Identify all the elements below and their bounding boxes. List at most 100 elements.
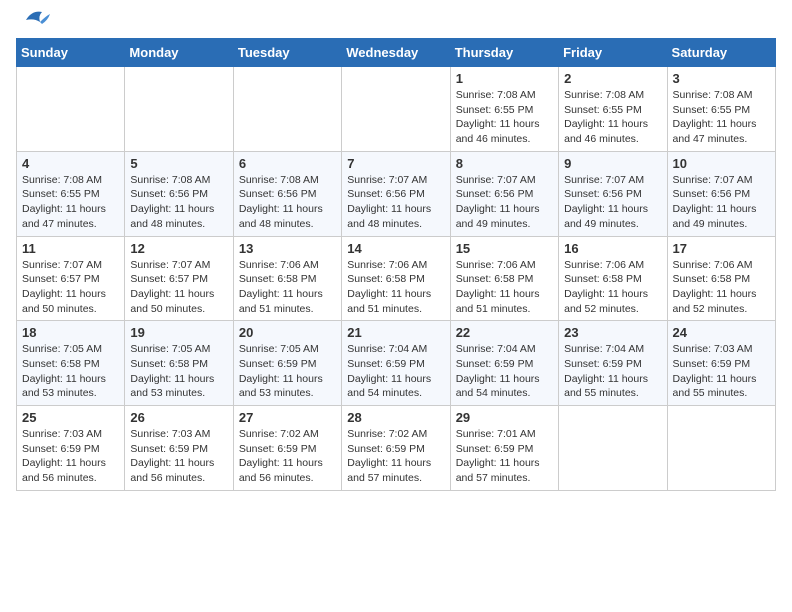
calendar-cell: 21 Sunrise: 7:04 AM Sunset: 6:59 PM Dayli… bbox=[342, 321, 450, 406]
day-number: 13 bbox=[239, 241, 336, 256]
calendar-cell: 24Sunrise: 7:03 AM Sunset: 6:59 PM Dayli… bbox=[667, 321, 775, 406]
calendar-cell: 26 Sunrise: 7:03 AM Sunset: 6:59 PM Dayli… bbox=[125, 406, 233, 491]
calendar-cell: 17 Sunrise: 7:06 AM Sunset: 6:58 PM Dayli… bbox=[667, 236, 775, 321]
calendar-cell: 3 Sunrise: 7:08 AM Sunset: 6:55 PM Daylig… bbox=[667, 67, 775, 152]
day-info: Sunrise: 7:08 AM Sunset: 6:55 PM Dayligh… bbox=[673, 88, 770, 147]
calendar-cell bbox=[342, 67, 450, 152]
calendar-cell: 19 Sunrise: 7:05 AM Sunset: 6:58 PM Dayli… bbox=[125, 321, 233, 406]
logo bbox=[16, 16, 50, 30]
calendar-cell: 25 Sunrise: 7:03 AM Sunset: 6:59 PM Dayli… bbox=[17, 406, 125, 491]
day-number: 16 bbox=[564, 241, 661, 256]
day-number: 25 bbox=[22, 410, 119, 425]
day-number: 8 bbox=[456, 156, 553, 171]
calendar-cell: 13 Sunrise: 7:06 AM Sunset: 6:58 PM Dayli… bbox=[233, 236, 341, 321]
day-info: Sunrise: 7:08 AM Sunset: 6:55 PM Dayligh… bbox=[456, 88, 553, 147]
day-info: Sunrise: 7:01 AM Sunset: 6:59 PM Dayligh… bbox=[456, 427, 553, 486]
calendar-cell: 14 Sunrise: 7:06 AM Sunset: 6:58 PM Dayli… bbox=[342, 236, 450, 321]
day-info: Sunrise: 7:04 AM Sunset: 6:59 PM Dayligh… bbox=[456, 342, 553, 401]
calendar-week-row: 11 Sunrise: 7:07 AM Sunset: 6:57 PM Dayli… bbox=[17, 236, 776, 321]
day-number: 17 bbox=[673, 241, 770, 256]
day-info: Sunrise: 7:06 AM Sunset: 6:58 PM Dayligh… bbox=[347, 258, 444, 317]
calendar-week-row: 25 Sunrise: 7:03 AM Sunset: 6:59 PM Dayli… bbox=[17, 406, 776, 491]
day-info: Sunrise: 7:05 AM Sunset: 6:59 PM Dayligh… bbox=[239, 342, 336, 401]
day-info: Sunrise: 7:07 AM Sunset: 6:56 PM Dayligh… bbox=[673, 173, 770, 232]
calendar-cell: 29 Sunrise: 7:01 AM Sunset: 6:59 PM Dayli… bbox=[450, 406, 558, 491]
calendar-cell: 16 Sunrise: 7:06 AM Sunset: 6:58 PM Dayli… bbox=[559, 236, 667, 321]
calendar-cell: 1 Sunrise: 7:08 AM Sunset: 6:55 PM Daylig… bbox=[450, 67, 558, 152]
calendar-cell: 2Sunrise: 7:08 AM Sunset: 6:55 PM Daylig… bbox=[559, 67, 667, 152]
calendar-cell: 11 Sunrise: 7:07 AM Sunset: 6:57 PM Dayli… bbox=[17, 236, 125, 321]
calendar-cell: 15 Sunrise: 7:06 AM Sunset: 6:58 PM Dayli… bbox=[450, 236, 558, 321]
calendar-week-row: 18 Sunrise: 7:05 AM Sunset: 6:58 PM Dayli… bbox=[17, 321, 776, 406]
calendar-week-row: 1 Sunrise: 7:08 AM Sunset: 6:55 PM Daylig… bbox=[17, 67, 776, 152]
day-info: Sunrise: 7:07 AM Sunset: 6:56 PM Dayligh… bbox=[564, 173, 661, 232]
day-number: 3 bbox=[673, 71, 770, 86]
day-info: Sunrise: 7:07 AM Sunset: 6:57 PM Dayligh… bbox=[22, 258, 119, 317]
calendar-cell: 6 Sunrise: 7:08 AM Sunset: 6:56 PM Daylig… bbox=[233, 151, 341, 236]
col-header-wednesday: Wednesday bbox=[342, 39, 450, 67]
day-info: Sunrise: 7:04 AM Sunset: 6:59 PM Dayligh… bbox=[564, 342, 661, 401]
calendar-week-row: 4Sunrise: 7:08 AM Sunset: 6:55 PM Daylig… bbox=[17, 151, 776, 236]
day-number: 14 bbox=[347, 241, 444, 256]
day-info: Sunrise: 7:06 AM Sunset: 6:58 PM Dayligh… bbox=[239, 258, 336, 317]
calendar-cell: 20 Sunrise: 7:05 AM Sunset: 6:59 PM Dayli… bbox=[233, 321, 341, 406]
calendar-cell bbox=[667, 406, 775, 491]
calendar-cell: 8 Sunrise: 7:07 AM Sunset: 6:56 PM Daylig… bbox=[450, 151, 558, 236]
calendar-cell: 12Sunrise: 7:07 AM Sunset: 6:57 PM Dayli… bbox=[125, 236, 233, 321]
day-number: 23 bbox=[564, 325, 661, 340]
calendar-cell: 9 Sunrise: 7:07 AM Sunset: 6:56 PM Daylig… bbox=[559, 151, 667, 236]
day-info: Sunrise: 7:05 AM Sunset: 6:58 PM Dayligh… bbox=[130, 342, 227, 401]
calendar-header-row: SundayMondayTuesdayWednesdayThursdayFrid… bbox=[17, 39, 776, 67]
calendar-cell bbox=[559, 406, 667, 491]
day-info: Sunrise: 7:07 AM Sunset: 6:57 PM Dayligh… bbox=[130, 258, 227, 317]
day-number: 21 bbox=[347, 325, 444, 340]
day-number: 9 bbox=[564, 156, 661, 171]
day-number: 18 bbox=[22, 325, 119, 340]
day-number: 24 bbox=[673, 325, 770, 340]
calendar-cell: 10 Sunrise: 7:07 AM Sunset: 6:56 PM Dayli… bbox=[667, 151, 775, 236]
day-number: 28 bbox=[347, 410, 444, 425]
calendar-table: SundayMondayTuesdayWednesdayThursdayFrid… bbox=[16, 38, 776, 491]
calendar-cell: 28 Sunrise: 7:02 AM Sunset: 6:59 PM Dayli… bbox=[342, 406, 450, 491]
day-number: 10 bbox=[673, 156, 770, 171]
calendar-cell: 18 Sunrise: 7:05 AM Sunset: 6:58 PM Dayli… bbox=[17, 321, 125, 406]
day-info: Sunrise: 7:07 AM Sunset: 6:56 PM Dayligh… bbox=[347, 173, 444, 232]
day-number: 20 bbox=[239, 325, 336, 340]
col-header-saturday: Saturday bbox=[667, 39, 775, 67]
day-info: Sunrise: 7:05 AM Sunset: 6:58 PM Dayligh… bbox=[22, 342, 119, 401]
day-info: Sunrise: 7:06 AM Sunset: 6:58 PM Dayligh… bbox=[564, 258, 661, 317]
day-info: Sunrise: 7:07 AM Sunset: 6:56 PM Dayligh… bbox=[456, 173, 553, 232]
calendar-cell bbox=[233, 67, 341, 152]
day-info: Sunrise: 7:03 AM Sunset: 6:59 PM Dayligh… bbox=[22, 427, 119, 486]
day-number: 4 bbox=[22, 156, 119, 171]
day-info: Sunrise: 7:06 AM Sunset: 6:58 PM Dayligh… bbox=[456, 258, 553, 317]
day-number: 6 bbox=[239, 156, 336, 171]
col-header-thursday: Thursday bbox=[450, 39, 558, 67]
day-number: 26 bbox=[130, 410, 227, 425]
calendar-cell: 7 Sunrise: 7:07 AM Sunset: 6:56 PM Daylig… bbox=[342, 151, 450, 236]
logo-bird-icon bbox=[18, 8, 50, 30]
day-number: 19 bbox=[130, 325, 227, 340]
calendar-cell bbox=[125, 67, 233, 152]
day-info: Sunrise: 7:08 AM Sunset: 6:56 PM Dayligh… bbox=[239, 173, 336, 232]
day-number: 15 bbox=[456, 241, 553, 256]
day-number: 7 bbox=[347, 156, 444, 171]
page-header bbox=[16, 16, 776, 30]
col-header-tuesday: Tuesday bbox=[233, 39, 341, 67]
col-header-sunday: Sunday bbox=[17, 39, 125, 67]
day-number: 29 bbox=[456, 410, 553, 425]
day-info: Sunrise: 7:04 AM Sunset: 6:59 PM Dayligh… bbox=[347, 342, 444, 401]
calendar-cell: 22 Sunrise: 7:04 AM Sunset: 6:59 PM Dayli… bbox=[450, 321, 558, 406]
day-number: 5 bbox=[130, 156, 227, 171]
day-info: Sunrise: 7:08 AM Sunset: 6:56 PM Dayligh… bbox=[130, 173, 227, 232]
day-number: 22 bbox=[456, 325, 553, 340]
day-number: 11 bbox=[22, 241, 119, 256]
day-number: 27 bbox=[239, 410, 336, 425]
day-number: 1 bbox=[456, 71, 553, 86]
calendar-cell: 23 Sunrise: 7:04 AM Sunset: 6:59 PM Dayli… bbox=[559, 321, 667, 406]
day-info: Sunrise: 7:03 AM Sunset: 6:59 PM Dayligh… bbox=[130, 427, 227, 486]
day-info: Sunrise: 7:08 AM Sunset: 6:55 PM Dayligh… bbox=[564, 88, 661, 147]
day-info: Sunrise: 7:02 AM Sunset: 6:59 PM Dayligh… bbox=[347, 427, 444, 486]
calendar-cell: 5 Sunrise: 7:08 AM Sunset: 6:56 PM Daylig… bbox=[125, 151, 233, 236]
day-info: Sunrise: 7:06 AM Sunset: 6:58 PM Dayligh… bbox=[673, 258, 770, 317]
